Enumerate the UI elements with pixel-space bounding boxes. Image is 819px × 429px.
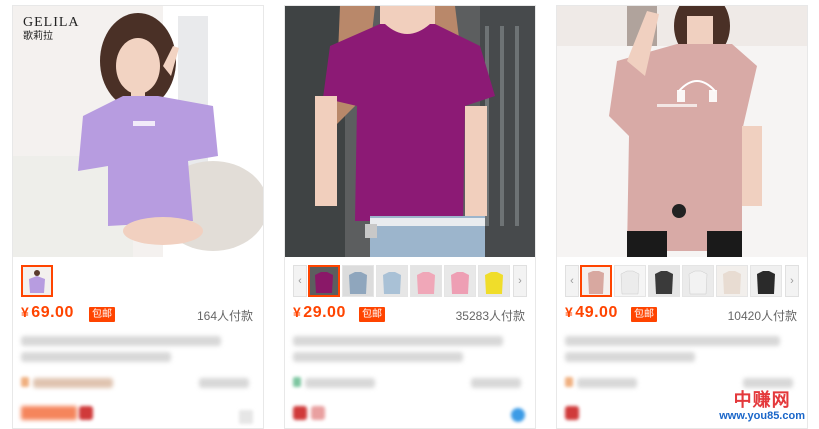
color-thumbnail[interactable] xyxy=(376,265,408,297)
product-title-blurred-line2[interactable] xyxy=(21,352,171,362)
color-thumbnails: ‹ › xyxy=(285,264,535,299)
service-icon-blurred xyxy=(239,410,253,424)
brand-name-en: GELILA xyxy=(23,15,80,30)
price: ¥29.00 xyxy=(293,304,346,322)
product-photo[interactable] xyxy=(557,6,807,257)
currency-symbol: ¥ xyxy=(21,304,30,320)
price-value: 29.00 xyxy=(303,304,346,321)
color-thumbnail[interactable] xyxy=(648,265,680,297)
thumbnails-next-button[interactable]: › xyxy=(513,265,527,297)
thumbnails-prev-button[interactable]: ‹ xyxy=(565,265,579,297)
free-shipping-badge: 包邮 xyxy=(89,307,115,322)
product-photo[interactable] xyxy=(285,6,535,257)
chevron-right-icon: › xyxy=(790,275,794,287)
free-shipping-badge: 包邮 xyxy=(631,307,657,322)
watermark-url: www.you85.com xyxy=(719,410,805,422)
tag-badge-blurred xyxy=(21,406,77,420)
sales-count: 164人付款 xyxy=(196,309,253,323)
service-icon-blurred xyxy=(511,408,525,422)
shop-icon xyxy=(565,377,573,387)
shop-name-blurred[interactable] xyxy=(33,378,113,388)
color-thumbnail[interactable] xyxy=(21,265,53,297)
shop-name-blurred[interactable] xyxy=(305,378,375,388)
color-thumbnail[interactable] xyxy=(750,265,782,297)
color-thumbnail[interactable] xyxy=(580,265,612,297)
currency-symbol: ¥ xyxy=(293,304,302,320)
color-thumbnail[interactable] xyxy=(342,265,374,297)
product-title-blurred-line2[interactable] xyxy=(565,352,695,362)
color-thumbnails: ‹ › xyxy=(557,264,807,299)
product-card-3[interactable]: ‹ › ¥49.00 包邮 10420人付款 xyxy=(556,5,808,429)
product-title-blurred[interactable] xyxy=(21,336,221,346)
product-title-blurred[interactable] xyxy=(565,336,780,346)
color-thumbnails xyxy=(13,264,263,299)
shop-icon xyxy=(21,377,29,387)
brand-name-zh: 歌莉拉 xyxy=(23,31,53,42)
location-blurred xyxy=(743,378,793,388)
chevron-left-icon: ‹ xyxy=(298,275,302,287)
currency-symbol: ¥ xyxy=(565,304,574,320)
sales-count: 35283人付款 xyxy=(455,309,525,323)
location-blurred xyxy=(471,378,521,388)
site-watermark: 中赚网 www.you85.com xyxy=(719,391,805,422)
shop-icon xyxy=(293,377,301,387)
shop-name-blurred[interactable] xyxy=(577,378,637,388)
product-title-blurred-line2[interactable] xyxy=(293,352,463,362)
price-value: 69.00 xyxy=(31,304,74,321)
thumbnails-next-button[interactable]: › xyxy=(785,265,799,297)
price: ¥49.00 xyxy=(565,304,618,322)
color-thumbnail[interactable] xyxy=(410,265,442,297)
chevron-left-icon: ‹ xyxy=(570,275,574,287)
thumbnails-prev-button[interactable]: ‹ xyxy=(293,265,307,297)
location-blurred xyxy=(199,378,249,388)
color-thumbnail[interactable] xyxy=(614,265,646,297)
product-card-1[interactable]: GELILA 歌莉拉 ¥69.00 包邮 164人付款 xyxy=(12,5,264,429)
product-title-blurred[interactable] xyxy=(293,336,503,346)
tag-icon-blurred xyxy=(565,406,579,420)
price-value: 49.00 xyxy=(575,304,618,321)
sales-count: 10420人付款 xyxy=(727,309,797,323)
product-photo[interactable]: GELILA 歌莉拉 xyxy=(13,6,263,257)
tag-icon-blurred xyxy=(293,406,307,420)
brand-logo: GELILA 歌莉拉 xyxy=(23,16,80,42)
chevron-right-icon: › xyxy=(518,275,522,287)
color-thumbnail[interactable] xyxy=(716,265,748,297)
price: ¥69.00 xyxy=(21,304,74,322)
color-thumbnail[interactable] xyxy=(478,265,510,297)
color-thumbnail[interactable] xyxy=(308,265,340,297)
watermark-title: 中赚网 xyxy=(733,390,791,410)
tag-icon-blurred-2 xyxy=(311,406,325,420)
color-thumbnail[interactable] xyxy=(444,265,476,297)
color-thumbnail[interactable] xyxy=(682,265,714,297)
tag-icon-blurred xyxy=(79,406,93,420)
product-card-2[interactable]: ‹ › ¥29.00 包邮 35283人付款 xyxy=(284,5,536,429)
free-shipping-badge: 包邮 xyxy=(359,307,385,322)
